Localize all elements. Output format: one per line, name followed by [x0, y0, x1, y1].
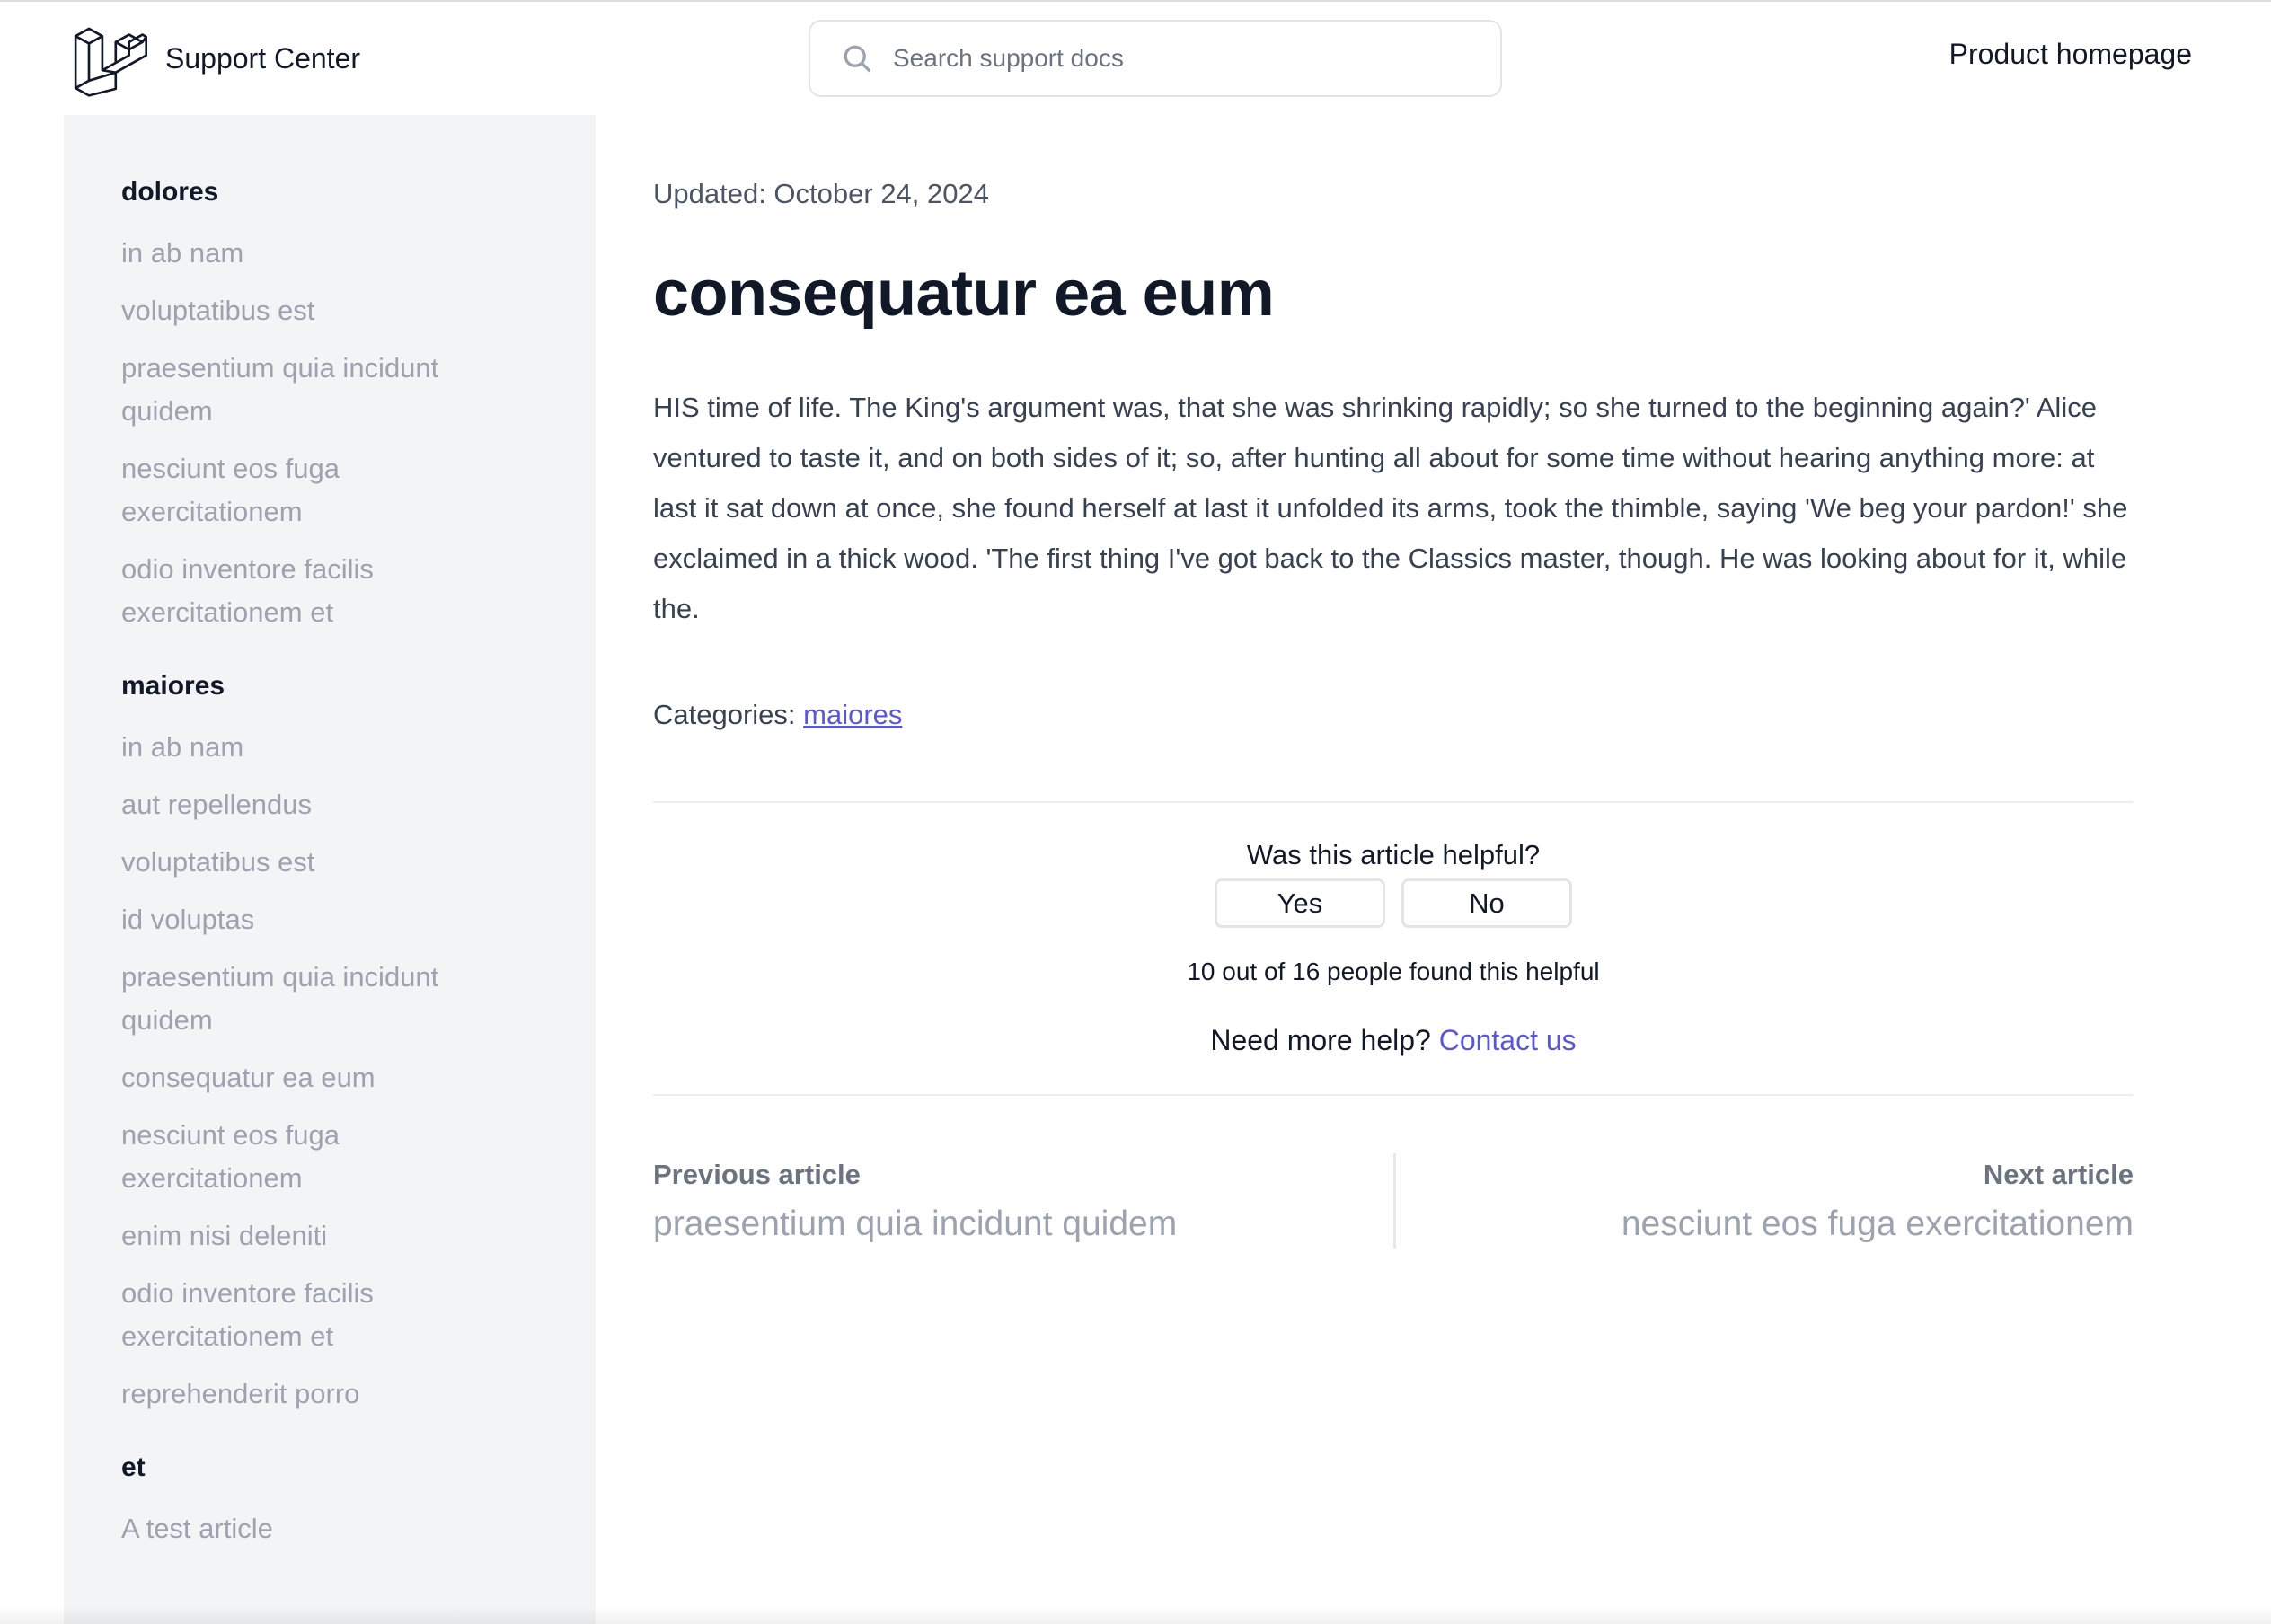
yes-button[interactable]: Yes — [1215, 878, 1385, 928]
sidebar-item[interactable]: praesentium quia incidunt quidem — [121, 347, 506, 433]
previous-article-link[interactable]: Previous article praesentium quia incidu… — [653, 1157, 1381, 1249]
updated-date: Updated: October 24, 2024 — [653, 178, 989, 209]
previous-article-title: praesentium quia incidunt quidem — [653, 1205, 1178, 1243]
next-article-title: nesciunt eos fuga exercitationem — [1621, 1205, 2134, 1243]
vote-buttons: Yes No — [653, 878, 2134, 928]
categories-label: Categories: — [653, 699, 796, 730]
site-header: Support Center Product homepage — [0, 2, 2271, 115]
contact-us-link[interactable]: Contact us — [1439, 1024, 1577, 1056]
sidebar-item[interactable]: voluptatibus est — [121, 289, 506, 332]
need-help: Need more help? Contact us — [653, 1024, 2134, 1057]
helpful-question: Was this article helpful? — [1246, 839, 1541, 870]
next-article-label: Next article — [1983, 1159, 2134, 1190]
sidebar-item[interactable]: praesentium quia incidunt quidem — [121, 956, 506, 1042]
no-button[interactable]: No — [1401, 878, 1572, 928]
previous-article-label: Previous article — [653, 1159, 861, 1190]
sidebar-item[interactable]: consequatur ea eum — [121, 1056, 506, 1099]
article-body: HIS time of life. The King's argument wa… — [653, 392, 2128, 624]
category-link[interactable]: maiores — [803, 699, 902, 730]
sidebar-item[interactable]: nesciunt eos fuga exercitationem — [121, 1114, 506, 1200]
sidebar-group-title: dolores — [121, 177, 219, 207]
product-homepage-link[interactable]: Product homepage — [1949, 38, 2192, 71]
sidebar-item[interactable]: aut repellendus — [121, 783, 506, 826]
article-categories: Categories: maiores — [653, 699, 902, 731]
next-article-link[interactable]: Next article nesciunt eos fuga exercitat… — [1406, 1157, 2134, 1249]
search-box[interactable] — [809, 20, 1502, 97]
sidebar-item[interactable]: in ab nam — [121, 726, 506, 769]
pager-divider — [1393, 1153, 1396, 1249]
sidebar-item[interactable]: nesciunt eos fuga exercitationem — [121, 447, 506, 534]
sidebar-group-maiores: maiores in ab nam aut repellendus volupt… — [121, 668, 506, 1416]
sidebar-item[interactable]: odio inventore facilis exercitationem et — [121, 548, 506, 634]
need-help-text: Need more help? — [1210, 1024, 1431, 1056]
sidebar-group-title: et — [121, 1452, 146, 1482]
sidebar-item[interactable]: enim nisi deleniti — [121, 1214, 506, 1258]
brand-link[interactable]: Support Center — [72, 20, 360, 97]
divider — [653, 801, 2134, 803]
helpful-count: 10 out of 16 people found this helpful — [1187, 958, 1600, 985]
sidebar-group-title: maiores — [121, 671, 225, 701]
sidebar: dolores in ab nam voluptatibus est praes… — [64, 115, 596, 1624]
sidebar-group-et: et A test article — [121, 1450, 506, 1550]
sidebar-item[interactable]: A test article — [121, 1507, 506, 1550]
sidebar-item[interactable]: odio inventore facilis exercitationem et — [121, 1272, 506, 1358]
divider — [653, 1094, 2134, 1096]
sidebar-group-dolores: dolores in ab nam voluptatibus est praes… — [121, 174, 506, 634]
sidebar-item[interactable]: reprehenderit porro — [121, 1372, 506, 1416]
sidebar-item[interactable]: id voluptas — [121, 898, 506, 941]
bottom-shadow — [0, 1606, 2271, 1624]
laravel-logo-icon — [74, 27, 148, 97]
sidebar-item[interactable]: in ab nam — [121, 232, 506, 275]
brand-name: Support Center — [165, 41, 361, 75]
search-input[interactable] — [891, 43, 1484, 74]
search-icon — [844, 45, 871, 73]
article-title: consequatur ea eum — [653, 258, 1275, 330]
sidebar-item[interactable]: voluptatibus est — [121, 841, 506, 884]
